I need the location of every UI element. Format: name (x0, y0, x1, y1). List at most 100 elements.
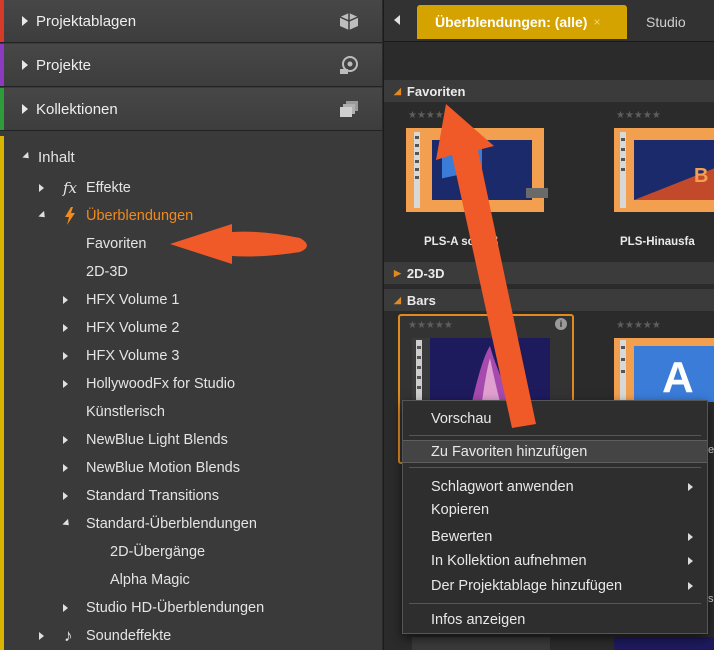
tree-item-label: HFX Volume 2 (86, 320, 180, 336)
expand-arrow-icon[interactable] (63, 324, 68, 332)
expand-arrow-icon[interactable] (63, 380, 68, 388)
menu-separator (409, 435, 701, 436)
category-favoriten[interactable]: ◢ Favoriten (384, 80, 714, 102)
menu-item-label: In Kollektion aufnehmen (431, 552, 587, 569)
expand-arrow-icon[interactable] (39, 632, 44, 640)
menu-item-label: Zu Favoriten hinzufügen (431, 443, 588, 460)
tree-item-label: Künstlerisch (86, 404, 165, 420)
transition-thumbnail[interactable]: A (406, 128, 548, 212)
section-color-stripe (0, 44, 4, 86)
collapse-arrow-icon[interactable]: ◢ (394, 295, 401, 306)
browser-toolbar (384, 43, 714, 79)
menu-item-zu-favoriten-hinzufuegen[interactable]: Zu Favoriten hinzufügen (403, 440, 707, 463)
lightning-icon (65, 207, 75, 225)
svg-text:A: A (662, 353, 694, 402)
rating-stars[interactable]: ★★★★★ (408, 320, 453, 331)
expand-arrow-icon[interactable] (63, 464, 68, 472)
submenu-arrow-icon (688, 533, 693, 541)
expand-arrow-icon[interactable] (63, 436, 68, 444)
projects-icon (340, 56, 358, 74)
menu-item-in-kollektion-aufnehmen[interactable]: In Kollektion aufnehmen (403, 549, 707, 572)
tab-label: Überblendungen: (alle) (435, 14, 588, 30)
section-projektablagen[interactable]: Projektablagen (0, 0, 382, 43)
tab-label: Studio (646, 14, 686, 30)
tab-ueberblendungen-alle[interactable]: Überblendungen: (alle) × (417, 5, 627, 39)
category-label: Bars (406, 292, 436, 308)
svg-text:A: A (464, 163, 476, 180)
fx-icon: fx (63, 179, 78, 197)
peek-text: s (708, 593, 714, 605)
pls-ausschluss-thumbnail-image: A (406, 128, 548, 212)
category-label: Favoriten (406, 83, 466, 99)
expand-arrow-icon[interactable] (63, 604, 68, 612)
tree-item-label: Überblendungen (86, 208, 194, 224)
collections-icon (340, 101, 358, 117)
transition-thumbnail[interactable] (412, 338, 550, 402)
expand-arrow-icon[interactable] (63, 352, 68, 360)
menu-item-kopieren[interactable]: Kopieren (403, 498, 707, 521)
tree-item-label: Effekte (86, 180, 131, 196)
close-icon[interactable]: × (593, 15, 600, 29)
menu-separator (409, 603, 701, 604)
tree-item-label: Soundeffekte (86, 628, 172, 644)
category-label: 2D-3D (406, 265, 445, 281)
expand-arrow-icon[interactable] (22, 60, 28, 70)
collapse-arrow-icon[interactable]: ◢ (394, 86, 401, 97)
tree-item-label: Alpha Magic (110, 572, 190, 588)
menu-item-vorschau[interactable]: Vorschau (403, 407, 707, 430)
section-color-stripe (0, 88, 4, 130)
submenu-arrow-icon (688, 557, 693, 565)
peek-text: e (708, 444, 714, 456)
menu-item-schlagwort-anwenden[interactable]: Schlagwort anwenden (403, 475, 707, 498)
collapse-arrow-icon[interactable] (38, 210, 48, 221)
pls-hinausfahren-thumbnail-image: B (614, 128, 714, 212)
transition-label: PLS-A schluß (424, 236, 499, 248)
expand-arrow-icon[interactable]: ▶ (394, 268, 401, 279)
submenu-arrow-icon (688, 483, 693, 491)
menu-item-infos-anzeigen[interactable]: Infos anzeigen (403, 608, 707, 631)
transition-label: PLS-Hinausfa (620, 236, 695, 248)
tree-item-label: 2D-Übergänge (110, 544, 206, 560)
expand-arrow-icon[interactable] (22, 16, 28, 26)
collapse-arrow-icon[interactable] (22, 151, 32, 162)
collapse-arrow-icon[interactable] (62, 518, 72, 529)
rating-stars[interactable]: ★★★★★ (616, 320, 661, 331)
menu-item-label: Bewerten (431, 528, 493, 545)
tree-item-label: HollywoodFx for Studio (86, 376, 236, 392)
expand-arrow-icon[interactable] (22, 104, 28, 114)
tree-item-label: Studio HD-Überblendungen (86, 600, 265, 616)
expand-arrow-icon[interactable] (63, 492, 68, 500)
tree-item-label: Standard Transitions (86, 488, 219, 504)
rating-stars[interactable]: ★★★★★ (408, 110, 453, 121)
tree-item-label: Favoriten (86, 236, 147, 252)
transition-thumbnail[interactable]: B (614, 128, 714, 212)
section-kollektionen[interactable]: Kollektionen (0, 88, 382, 131)
section-projekte[interactable]: Projekte (0, 44, 382, 87)
svg-text:B: B (694, 165, 708, 187)
menu-item-label: Vorschau (431, 410, 492, 427)
menu-item-label: Kopieren (431, 501, 490, 518)
expand-arrow-icon[interactable] (63, 296, 68, 304)
category-2d-3d[interactable]: ▶ 2D-3D (384, 262, 714, 284)
tree-item-label: Standard-Überblendungen (86, 516, 257, 532)
transition-thumbnail[interactable]: A (614, 338, 714, 402)
section-label: Kollektionen (36, 100, 118, 118)
tab-scroll-left-icon[interactable] (394, 15, 400, 25)
category-bars[interactable]: ◢ Bars (384, 289, 714, 311)
tree-item-label: 2D-3D (86, 264, 128, 280)
tree-item-label: Inhalt (38, 148, 75, 166)
section-label: Projektablagen (36, 12, 137, 30)
section-color-stripe (0, 136, 4, 650)
menu-item-projektablage-hinzufuegen[interactable]: Der Projektablage hinzufügen (403, 574, 707, 597)
project-bin-icon (339, 13, 359, 30)
expand-arrow-icon[interactable] (39, 184, 44, 192)
rating-stars[interactable]: ★★★★★ (616, 110, 661, 121)
tree-item-label: HFX Volume 3 (86, 348, 180, 364)
menu-item-bewerten[interactable]: Bewerten (403, 525, 707, 548)
menu-item-label: Schlagwort anwenden (431, 478, 574, 495)
tab-studio[interactable]: Studio (646, 5, 686, 39)
info-icon[interactable]: i (555, 318, 567, 330)
context-menu: Vorschau Zu Favoriten hinzufügen Schlagw… (402, 400, 708, 634)
section-color-stripe (0, 0, 4, 42)
tree-item-label: NewBlue Motion Blends (86, 460, 240, 476)
